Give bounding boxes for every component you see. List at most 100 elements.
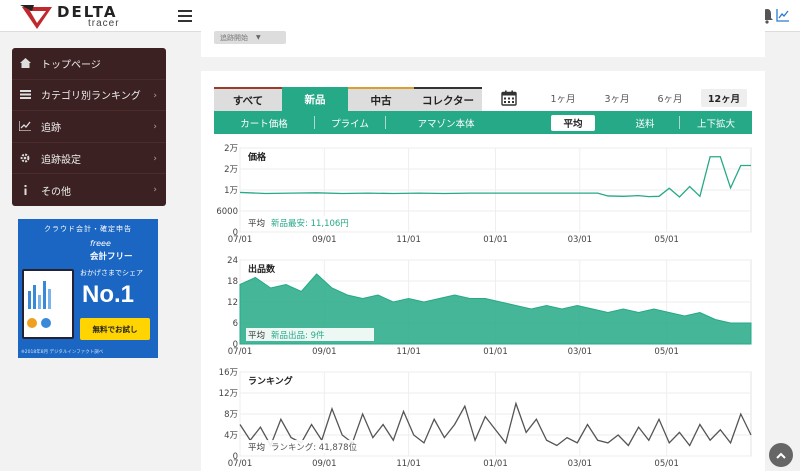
y-tick-label: 1万 — [224, 186, 238, 196]
x-tick-label: 09/01 — [312, 347, 337, 357]
x-tick-label: 09/01 — [312, 459, 337, 469]
y-tick-label: 18 — [227, 277, 238, 287]
option-label: 上下拡大 — [696, 118, 735, 130]
x-tick-label: 03/01 — [568, 347, 593, 357]
tracking-card — [201, 0, 765, 57]
ad-headline: クラウド会計・確定申告 — [44, 225, 132, 233]
sidebar-item-tracking[interactable]: 追跡 › — [12, 111, 166, 143]
period-label: 6ヶ月 — [657, 94, 683, 105]
sidebar-item-label: 追跡設定 — [41, 154, 81, 166]
freee-ad-banner[interactable]: クラウド会計・確定申告 freee 会計フリー おかげさまでシェア No.1 無… — [18, 219, 158, 358]
tab-collector[interactable]: コレクター — [414, 87, 482, 111]
gear-icon — [19, 153, 31, 163]
history-charts: 2万2万1万6000007/01 09/01 11/01 01/01 03/01 05/0… — [216, 144, 752, 469]
period-3-months[interactable]: 3ヶ月 — [593, 89, 641, 107]
ad-rank: No.1 — [82, 281, 135, 308]
chevron-up-icon — [776, 452, 786, 459]
ad-cta-button[interactable]: 無料でお試し — [80, 318, 150, 340]
trend-chart-icon[interactable] — [776, 8, 790, 22]
sidebar-item-label: 追跡 — [41, 122, 61, 134]
x-tick-label: 03/01 — [568, 459, 593, 469]
ad-footnote: ※2018年8月 デジタルインファクト調べ — [21, 350, 104, 355]
option-prime[interactable]: プライム — [315, 111, 385, 134]
y-tick-label: 2万 — [224, 144, 238, 154]
option-label: プライム — [331, 118, 369, 130]
x-tick-label: 05/01 — [654, 459, 679, 469]
chart-line-icon — [19, 121, 31, 132]
tab-label: 新品 — [304, 93, 326, 106]
start-tracking-label: 追跡開始 — [220, 33, 248, 42]
sidebar-menu: トップページ カテゴリ別ランキング › 追跡 › 追跡設定 › その他 › — [12, 48, 166, 206]
annotation-value: 新品最安: 11,106円 — [271, 218, 349, 229]
ad-product: 会計フリー — [90, 252, 133, 262]
option-amazon[interactable]: アマゾン本体 — [386, 111, 506, 134]
caret-down-icon: ▼ — [256, 34, 261, 41]
x-tick-label: 11/01 — [396, 235, 421, 245]
tab-new[interactable]: 新品 — [282, 87, 348, 111]
x-tick-label: 03/01 — [568, 235, 593, 245]
info-icon — [19, 185, 31, 196]
y-tick-label: 6000 — [216, 207, 238, 217]
y-tick-label: 12 — [227, 298, 238, 308]
calendar-icon[interactable] — [501, 90, 517, 106]
option-average[interactable]: 平均 — [548, 111, 598, 134]
option-vertical-zoom[interactable]: 上下拡大 — [680, 111, 752, 134]
x-tick-label: 11/01 — [396, 347, 421, 357]
start-tracking-button[interactable]: 追跡開始 ▼ — [214, 31, 286, 44]
y-tick-label: 24 — [227, 256, 238, 266]
period-1-month[interactable]: 1ヶ月 — [538, 89, 588, 107]
chevron-right-icon: › — [153, 153, 157, 164]
y-tick-label: 4万 — [224, 431, 238, 441]
brand-subname: tracer — [88, 18, 120, 29]
chevron-right-icon: › — [153, 122, 157, 133]
period-label: 12ヶ月 — [707, 94, 741, 105]
annotation-value: 新品出品: 9件 — [271, 330, 325, 341]
sidebar-item-label: カテゴリ別ランキング — [41, 91, 141, 103]
sidebar-item-tracking-settings[interactable]: 追跡設定 › — [12, 143, 166, 175]
ad-tagline: おかげさまでシェア — [80, 269, 143, 277]
x-tick-label: 11/01 — [396, 459, 421, 469]
tab-label: 中古 — [370, 94, 392, 107]
sidebar-item-category-ranking[interactable]: カテゴリ別ランキング › — [12, 80, 166, 112]
chevron-right-icon: › — [153, 185, 157, 196]
option-cart-price[interactable]: カート価格 — [214, 111, 314, 134]
delta-logo-icon — [20, 5, 52, 29]
x-tick-label: 09/01 — [312, 235, 337, 245]
option-shipping[interactable]: 送料 — [612, 111, 678, 134]
x-tick-label: 01/01 — [483, 235, 508, 245]
option-label: 送料 — [635, 118, 655, 130]
annotation-label: 平均 — [248, 218, 265, 229]
annotation-label: 平均 — [248, 442, 265, 453]
sidebar-item-other[interactable]: その他 › — [12, 174, 166, 206]
laptop-image — [22, 269, 74, 339]
period-label: 1ヶ月 — [550, 94, 576, 105]
y-tick-label: 8万 — [224, 410, 238, 420]
x-tick-label: 07/01 — [228, 347, 253, 357]
delta-tracer-logo[interactable]: DELTA tracer — [20, 3, 150, 29]
annotation-value: ランキング: 41,878位 — [271, 442, 358, 453]
y-tick-label: 16万 — [219, 368, 238, 378]
tab-all[interactable]: すべて — [214, 87, 282, 111]
scroll-to-top-button[interactable] — [769, 443, 793, 467]
y-tick-label: 6 — [233, 319, 238, 329]
option-label: アマゾン本体 — [417, 118, 475, 130]
tab-label: コレクター — [421, 94, 475, 107]
chart-title: 出品数 — [248, 263, 276, 275]
period-label: 3ヶ月 — [604, 94, 630, 105]
tab-used[interactable]: 中古 — [348, 87, 414, 111]
sidebar-item-top[interactable]: トップページ — [12, 48, 166, 80]
tab-label: すべて — [232, 94, 264, 107]
x-tick-label: 07/01 — [228, 459, 253, 469]
ad-brand: freee — [90, 239, 111, 248]
chevron-right-icon: › — [153, 90, 157, 101]
annotation-label: 平均 — [248, 330, 265, 341]
hamburger-menu-icon[interactable] — [178, 10, 192, 22]
x-tick-label: 01/01 — [483, 459, 508, 469]
sidebar-item-label: その他 — [41, 186, 71, 198]
chart-option-bar: カート価格 プライム アマゾン本体 平均 送料 上下拡大 — [214, 111, 752, 134]
period-12-months[interactable]: 12ヶ月 — [701, 89, 747, 107]
x-tick-label: 01/01 — [483, 347, 508, 357]
chart-title: 価格 — [247, 151, 267, 163]
period-6-months[interactable]: 6ヶ月 — [646, 89, 694, 107]
y-tick-label: 12万 — [219, 389, 238, 399]
